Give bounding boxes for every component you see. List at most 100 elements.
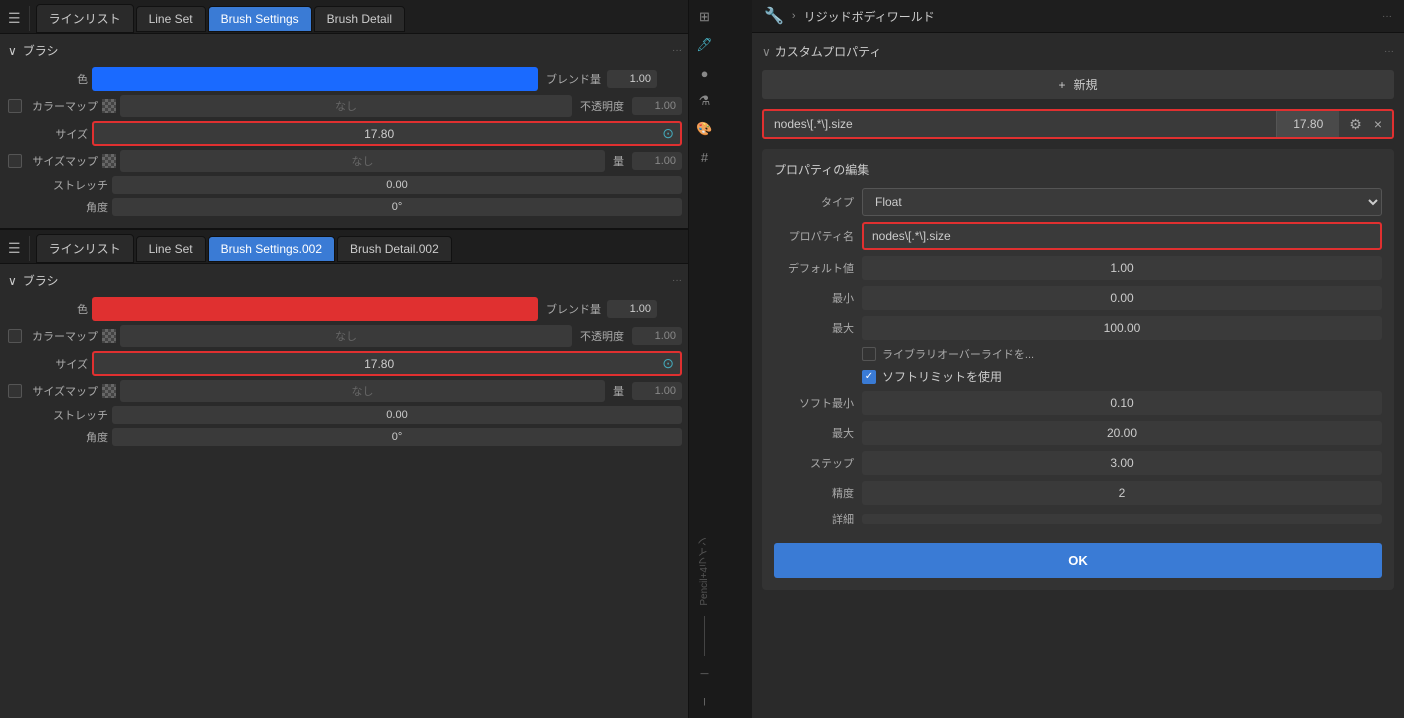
tab-bar-top: ☰ ラインリスト Line Set Brush Settings Brush D… [0, 0, 690, 34]
size-field-bottom[interactable]: 17.80 ⊙ [92, 351, 682, 376]
lib-override-checkbox[interactable] [862, 347, 876, 361]
soft-min-value[interactable]: 0.10 [862, 391, 1382, 415]
default-value[interactable]: 1.00 [862, 256, 1382, 280]
colormap-dropdown-bottom[interactable]: なし [120, 325, 572, 347]
stretch-value-top[interactable]: 0.00 [112, 176, 682, 194]
stretch-label-bottom: ストレッチ [8, 407, 108, 423]
sizemap-label-bottom: サイズマップ [26, 383, 98, 399]
stretch-row-top: ストレッチ 0.00 [8, 176, 682, 194]
colormap-label-bottom: カラーマップ [26, 328, 98, 344]
color-swatch-bottom[interactable] [92, 297, 538, 321]
min-label: 最小 [774, 290, 854, 306]
icon-grid[interactable]: # [694, 146, 716, 168]
right-panel: 🔧 › リジッドボディワールド ··· ∨ カスタムプロパティ ··· + 新規… [752, 0, 1404, 718]
tab-brush-settings-top[interactable]: Brush Settings [208, 6, 312, 32]
opacity-value-bottom[interactable]: 1.00 [632, 327, 682, 345]
icon-line-h[interactable]: — [694, 662, 716, 684]
tab-line-set-top[interactable]: Line Set [136, 6, 206, 32]
size-label-bottom: サイズ [8, 356, 88, 372]
new-property-button[interactable]: + 新規 [762, 70, 1394, 99]
soft-max-row: 最大 20.00 [774, 421, 1382, 445]
sizemap-amount-top[interactable]: 1.00 [632, 152, 682, 170]
sizemap-row-bottom: サイズマップ なし 量 1.00 [8, 380, 682, 402]
blend-group-top: ブレンド量 1.00 [542, 70, 682, 88]
colormap-label-top: カラーマップ [26, 98, 98, 114]
menu-icon-top[interactable]: ☰ [4, 6, 30, 31]
angle-value-bottom[interactable]: 0° [112, 428, 682, 446]
detail-value[interactable] [862, 514, 1382, 524]
prop-close-icon[interactable]: × [1370, 112, 1386, 136]
soft-min-row: ソフト最小 0.10 [774, 391, 1382, 415]
tab-brush-detail-bottom[interactable]: Brush Detail.002 [337, 236, 452, 262]
soft-max-value[interactable]: 20.00 [862, 421, 1382, 445]
menu-icon-bottom[interactable]: ☰ [4, 236, 30, 261]
new-button-label: 新規 [1074, 76, 1098, 93]
custom-prop-arrow[interactable]: ∨ [762, 45, 771, 59]
icon-brush[interactable]: 🖊 [694, 34, 716, 56]
soft-limit-checkbox[interactable]: ✓ [862, 370, 876, 384]
section-arrow-top[interactable]: ∨ [8, 44, 17, 58]
tab-line-set-bottom[interactable]: Line Set [136, 236, 206, 262]
icon-paint[interactable]: 🎨 [694, 118, 716, 140]
soft-max-label: 最大 [774, 425, 854, 441]
new-icon: + [1058, 78, 1065, 92]
right-top-bar: 🔧 › リジッドボディワールド ··· [752, 0, 1404, 33]
angle-value-top[interactable]: 0° [112, 198, 682, 216]
blend-value-bottom[interactable]: 1.00 [607, 300, 657, 318]
step-value[interactable]: 3.00 [862, 451, 1382, 475]
type-label: タイプ [774, 194, 854, 210]
tab-line-list-top[interactable]: ラインリスト [36, 4, 134, 33]
size-row-top: サイズ 17.80 ⊙ [8, 121, 682, 146]
sizemap-amount-bottom[interactable]: 1.00 [632, 382, 682, 400]
min-value[interactable]: 0.00 [862, 286, 1382, 310]
color-swatch-top[interactable] [92, 67, 538, 91]
ok-button[interactable]: OK [774, 543, 1382, 578]
soft-limit-label: ソフトリミットを使用 [882, 368, 1002, 385]
right-dots: ··· [1382, 11, 1392, 22]
sizemap-checkbox-top[interactable] [8, 154, 22, 168]
angle-label-bottom: 角度 [8, 429, 108, 445]
tab-brush-detail-top[interactable]: Brush Detail [314, 6, 405, 32]
type-select[interactable]: Float Integer Boolean String [862, 188, 1382, 216]
stretch-value-bottom[interactable]: 0.00 [112, 406, 682, 424]
icon-scene[interactable]: ⊞ [694, 6, 716, 28]
color-label-bottom: 色 [8, 301, 88, 317]
colormap-checkbox-bottom[interactable] [8, 329, 22, 343]
prop-edit-section: プロパティの編集 タイプ Float Integer Boolean Strin… [762, 149, 1394, 590]
max-value[interactable]: 100.00 [862, 316, 1382, 340]
soft-min-label: ソフト最小 [774, 395, 854, 411]
colormap-checker-bottom [102, 329, 116, 343]
size-value-top: 17.80 [100, 127, 658, 141]
prop-name-input[interactable] [862, 222, 1382, 250]
icon-filter[interactable]: ⚗ [694, 90, 716, 112]
icon-line-v[interactable]: | [694, 690, 716, 712]
icon-circle[interactable]: ● [694, 62, 716, 84]
sizemap-checkbox-bottom[interactable] [8, 384, 22, 398]
sizemap-dropdown-bottom[interactable]: なし [120, 380, 605, 402]
panels-left: ☰ ラインリスト Line Set Brush Settings Brush D… [0, 0, 690, 458]
section-title-bottom: ブラシ [23, 272, 59, 289]
sizemap-dropdown-top[interactable]: なし [120, 150, 605, 172]
tab-line-list-bottom[interactable]: ラインリスト [36, 234, 134, 263]
size-icon-top: ⊙ [662, 125, 674, 142]
size-field-top[interactable]: 17.80 ⊙ [92, 121, 682, 146]
default-label: デフォルト値 [774, 260, 854, 276]
opacity-value-top[interactable]: 1.00 [632, 97, 682, 115]
colormap-dropdown-top[interactable]: なし [120, 95, 572, 117]
tab-brush-settings-bottom[interactable]: Brush Settings.002 [208, 236, 335, 262]
sizemap-checker-bottom [102, 384, 116, 398]
soft-limit-group: ✓ ソフトリミットを使用 [862, 368, 1382, 385]
prop-key-text: nodes\[.*\].size [764, 111, 1276, 137]
precision-label: 精度 [774, 485, 854, 501]
section-arrow-bottom[interactable]: ∨ [8, 274, 17, 288]
angle-row-bottom: 角度 0° [8, 428, 682, 446]
blend-value-top[interactable]: 1.00 [607, 70, 657, 88]
sizemap-amount-label-top: 量 [609, 153, 628, 169]
panel-content-top: ∨ ブラシ ··· 色 ブレンド量 1.00 カラーマップ [0, 34, 690, 228]
colormap-checkbox-top[interactable] [8, 99, 22, 113]
precision-row: 精度 2 [774, 481, 1382, 505]
prop-key-row[interactable]: nodes\[.*\].size 17.80 ⚙ × [762, 109, 1394, 139]
prop-gear-icon[interactable]: ⚙ [1345, 112, 1366, 137]
precision-value[interactable]: 2 [862, 481, 1382, 505]
prop-icons: ⚙ × [1339, 112, 1392, 137]
